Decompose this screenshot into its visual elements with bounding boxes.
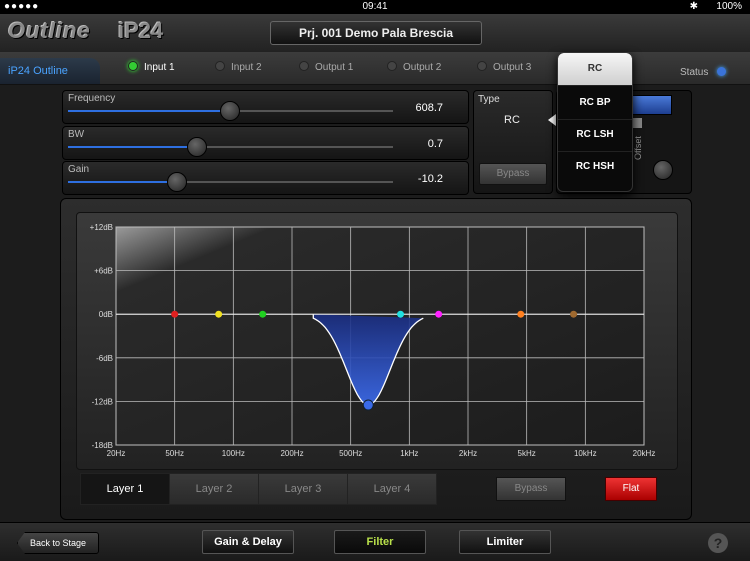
bw-slider[interactable]: BW 0.7 xyxy=(62,126,469,160)
menu-item-rc-lsh[interactable]: RC LSH xyxy=(558,119,632,152)
type-dropdown-menu: RC RC BP RC LSH RC HSH xyxy=(557,52,633,192)
x-tick-label: 1kHz xyxy=(400,449,418,458)
led-icon xyxy=(215,61,225,71)
frequency-label: Frequency xyxy=(68,93,116,104)
menu-item-rc[interactable]: RC xyxy=(558,53,632,86)
gain-delay-button[interactable]: Gain & Delay xyxy=(202,530,294,554)
x-tick-label: 20kHz xyxy=(633,449,656,458)
offset-knob[interactable] xyxy=(653,160,673,180)
channel-tab-bar xyxy=(0,52,750,85)
status-bar: ●●●●● 09:41 ✱ 100% xyxy=(0,0,750,14)
slider-fill xyxy=(68,181,178,183)
bw-value: 0.7 xyxy=(427,138,443,150)
gain-label: Gain xyxy=(68,164,90,175)
brand-logo: Outline xyxy=(8,18,91,43)
menu-item-rc-hsh[interactable]: RC HSH xyxy=(558,151,632,183)
band-bypass-button[interactable]: Bypass xyxy=(479,163,547,185)
bw-label: BW xyxy=(68,129,85,140)
slider-knob[interactable] xyxy=(187,137,207,157)
flat-button[interactable]: Flat xyxy=(605,477,657,501)
toggle-button[interactable] xyxy=(632,95,672,115)
slider-fill xyxy=(68,110,230,112)
back-to-stage-button[interactable]: Back to Stage xyxy=(17,532,99,554)
project-title[interactable]: Prj. 001 Demo Pala Brescia xyxy=(270,21,482,45)
tab-output-2[interactable]: Output 2 xyxy=(387,58,441,78)
layer-2-tab[interactable]: Layer 2 xyxy=(169,473,259,505)
clock: 09:41 xyxy=(362,1,388,12)
x-tick-label: 100Hz xyxy=(222,449,245,458)
tab-label: Output 3 xyxy=(493,62,532,73)
tab-output-1[interactable]: Output 1 xyxy=(299,58,353,78)
band-handle-active xyxy=(362,399,374,411)
limiter-button[interactable]: Limiter xyxy=(459,530,551,554)
help-icon[interactable]: ? xyxy=(708,533,728,553)
tab-label: Input 1 xyxy=(144,62,175,73)
battery-level: 100% xyxy=(716,1,742,12)
band-handle xyxy=(517,310,525,318)
layer-4-tab[interactable]: Layer 4 xyxy=(347,473,437,505)
band-handle xyxy=(215,310,223,318)
offset-label: Offset xyxy=(633,136,643,160)
bluetooth-icon: ✱ xyxy=(689,1,698,12)
band-handle xyxy=(171,310,179,318)
tab-input-1[interactable]: Input 1 xyxy=(128,58,175,78)
x-tick-label: 5kHz xyxy=(518,449,536,458)
y-tick-label: -6dB xyxy=(96,354,113,363)
tab-output-3[interactable]: Output 3 xyxy=(477,58,531,78)
model-logo: iP24 xyxy=(118,18,164,43)
led-icon xyxy=(299,61,309,71)
status-label: Status xyxy=(680,67,709,78)
frequency-value: 608.7 xyxy=(415,102,443,114)
status-led-icon xyxy=(717,67,726,76)
popover-arrow-icon xyxy=(548,114,556,126)
x-tick-label: 20Hz xyxy=(107,449,126,458)
slider-knob[interactable] xyxy=(167,172,187,192)
type-label: Type xyxy=(478,94,500,105)
band-handle xyxy=(259,310,267,318)
x-tick-label: 2kHz xyxy=(459,449,477,458)
layer-3-tab[interactable]: Layer 3 xyxy=(258,473,348,505)
y-tick-label: +12dB xyxy=(90,223,113,232)
led-icon xyxy=(128,61,138,71)
band-handle xyxy=(435,310,443,318)
bypass-button[interactable]: Bypass xyxy=(496,477,566,501)
gain-slider[interactable]: Gain -10.2 xyxy=(62,161,469,195)
slider-fill xyxy=(68,146,198,148)
slider-knob[interactable] xyxy=(220,101,240,121)
led-icon xyxy=(477,61,487,71)
tab-input-2[interactable]: Input 2 xyxy=(215,58,262,78)
y-tick-label: -12dB xyxy=(92,397,113,406)
band-handle xyxy=(397,310,405,318)
band-handle xyxy=(570,310,578,318)
menu-item-rc-bp[interactable]: RC BP xyxy=(558,87,632,120)
tab-label: Input 2 xyxy=(231,62,262,73)
y-tick-label: +6dB xyxy=(94,267,113,276)
checkbox[interactable] xyxy=(632,118,642,128)
eq-graph[interactable]: +12dB+6dB0dB-6dB-12dB-18dB20Hz 50Hz 100Hz 2… xyxy=(76,212,676,468)
x-tick-label: 500Hz xyxy=(339,449,362,458)
type-value[interactable]: RC xyxy=(473,114,551,126)
x-tick-label: 200Hz xyxy=(280,449,303,458)
tab-label: Output 1 xyxy=(315,62,354,73)
gain-value: -10.2 xyxy=(417,173,443,185)
y-tick-label: 0dB xyxy=(99,310,113,319)
x-tick-label: 50Hz xyxy=(165,449,184,458)
led-icon xyxy=(387,61,397,71)
tab-label: Output 2 xyxy=(403,62,442,73)
filter-button[interactable]: Filter xyxy=(334,530,426,554)
frequency-slider[interactable]: Frequency 608.7 xyxy=(62,90,469,124)
device-name[interactable]: iP24 Outline xyxy=(0,58,100,84)
layer-1-tab[interactable]: Layer 1 xyxy=(80,473,170,505)
x-tick-label: 10kHz xyxy=(574,449,597,458)
